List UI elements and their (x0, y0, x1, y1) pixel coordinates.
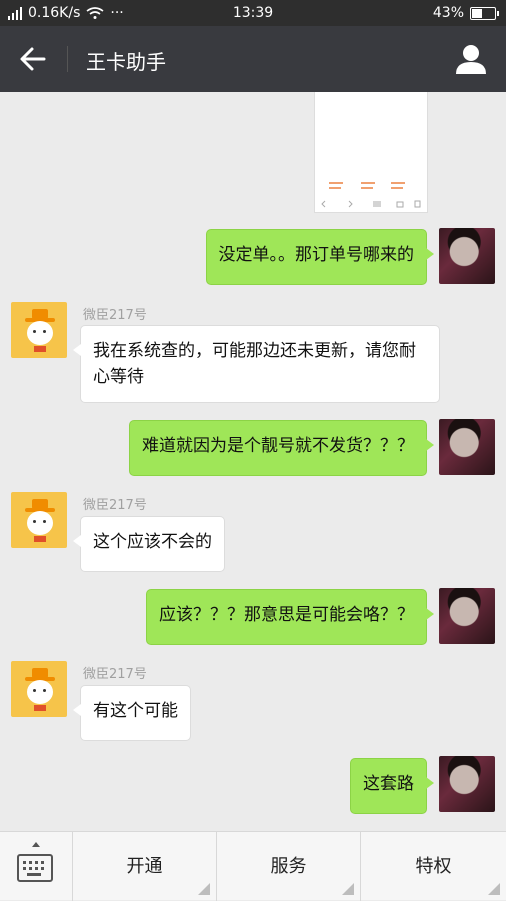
bottom-menu-bar: 开通 服务 特权 (0, 831, 506, 901)
clock: 13:39 (232, 5, 274, 21)
assistant-avatar[interactable] (11, 661, 67, 717)
image-thumbnail-content (329, 182, 405, 189)
back-arrow-icon[interactable] (18, 45, 48, 73)
submenu-indicator-icon (198, 883, 210, 895)
battery-percent: 43% (432, 5, 464, 21)
menu-item-service[interactable]: 服务 (217, 832, 361, 901)
sender-name: 微臣217号 (83, 498, 147, 513)
chat-title: 王卡助手 (86, 50, 166, 74)
user-avatar[interactable] (439, 756, 495, 812)
message-bubble-sent[interactable]: 这套路 (350, 758, 434, 814)
title-divider (67, 46, 68, 72)
keyboard-toggle-button[interactable] (0, 832, 73, 901)
sender-name: 微臣217号 (83, 667, 147, 682)
keyboard-icon (17, 854, 53, 882)
message-bubble-received[interactable]: 有这个可能 (73, 685, 191, 741)
image-message-preview[interactable] (314, 92, 428, 213)
image-nav-bar (321, 200, 421, 208)
message-bubble-received[interactable]: 我在系统查的，可能那边还未更新，请您耐心等待 (73, 325, 440, 403)
assistant-avatar[interactable] (11, 302, 67, 358)
title-bar: 王卡助手 (0, 26, 506, 92)
chat-area[interactable]: 没定单。。那订单号哪来的 微臣217号 我在系统查的，可能那边还未更新，请您耐心… (0, 92, 506, 831)
submenu-indicator-icon (342, 883, 354, 895)
menu-item-activate[interactable]: 开通 (73, 832, 217, 901)
status-bar: 0.16K/s ··· 13:39 43% (0, 0, 506, 26)
menu-label: 服务 (270, 856, 307, 877)
assistant-avatar[interactable] (11, 492, 67, 548)
user-avatar[interactable] (439, 419, 495, 475)
menu-label: 开通 (126, 856, 163, 877)
user-avatar[interactable] (439, 588, 495, 644)
menu-item-privileges[interactable]: 特权 (361, 832, 506, 901)
battery-icon (470, 6, 499, 20)
user-avatar[interactable] (439, 228, 495, 284)
menu-label: 特权 (415, 856, 452, 877)
sender-name: 微臣217号 (83, 308, 147, 323)
message-bubble-sent[interactable]: 没定单。。那订单号哪来的 (205, 229, 434, 285)
message-bubble-sent[interactable]: 难道就因为是个靓号就不发货？？？ (129, 420, 434, 476)
message-bubble-sent[interactable]: 应该？？？那意思是可能会咯？？ (146, 589, 434, 645)
submenu-indicator-icon (488, 883, 500, 895)
profile-icon[interactable] (454, 42, 488, 76)
message-bubble-received[interactable]: 这个应该不会的 (73, 516, 225, 572)
chevron-up-icon (32, 842, 40, 847)
